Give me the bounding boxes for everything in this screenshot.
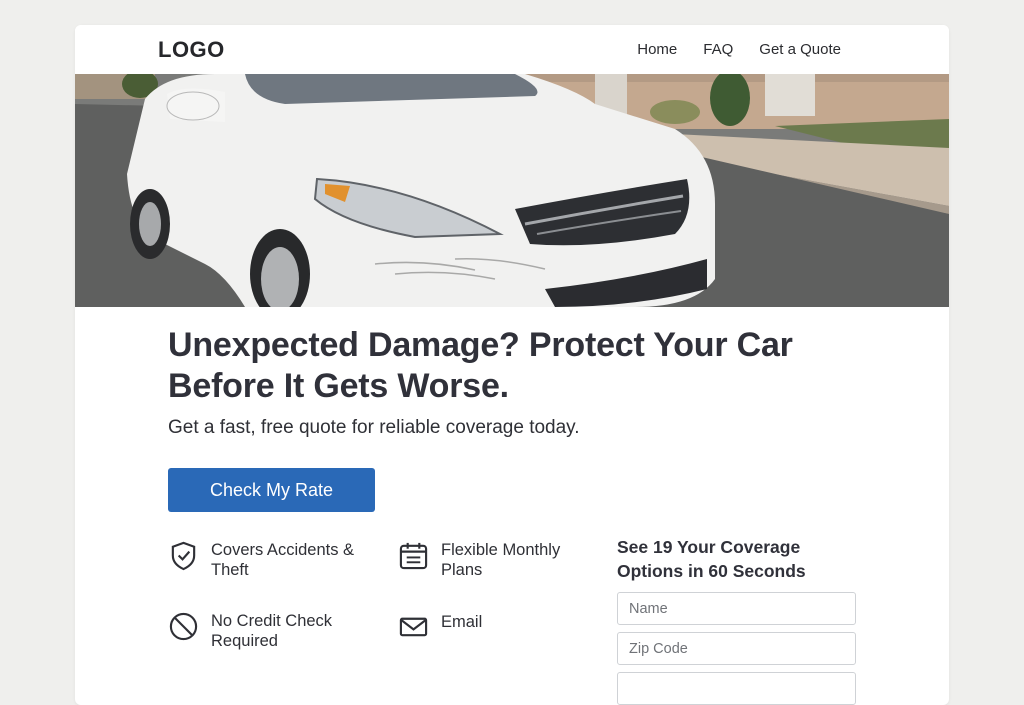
additional-field[interactable] — [617, 672, 856, 705]
main-nav: Home FAQ Get a Quote — [637, 41, 841, 58]
nav-faq-link[interactable]: FAQ — [703, 41, 733, 58]
name-field[interactable] — [617, 592, 856, 625]
hero-content: Unexpected Damage? Protect Your Car Befo… — [168, 325, 868, 439]
page-title: Unexpected Damage? Protect Your Car Befo… — [168, 326, 793, 405]
feature-label: No Credit Check Required — [211, 612, 333, 650]
shield-check-icon — [171, 541, 196, 571]
page-card: LOGO Home FAQ Get a Quote Unexpected Dam… — [75, 25, 949, 705]
feature-label: Flexible Monthly Plans — [441, 541, 561, 579]
feature-covers-accidents: Covers Accidents & Theft — [168, 540, 358, 580]
logo[interactable]: LOGO — [158, 37, 225, 63]
site-header: LOGO Home FAQ Get a Quote — [75, 25, 949, 74]
envelope-icon — [399, 617, 428, 637]
check-my-rate-button[interactable]: Check My Rate — [168, 468, 375, 512]
quote-form-title: See 19 Your Coverage Options in 60 Secon… — [617, 537, 806, 581]
nav-get-a-quote-link[interactable]: Get a Quote — [759, 41, 841, 58]
hero-image — [75, 74, 949, 307]
feature-no-credit-check: No Credit Check Required — [168, 611, 358, 651]
page-subtitle: Get a fast, free quote for reliable cove… — [168, 417, 580, 438]
no-symbol-icon — [169, 612, 198, 641]
feature-flexible-plans: Flexible Monthly Plans — [398, 540, 588, 580]
feature-label: Email — [441, 613, 483, 631]
zip-code-field[interactable] — [617, 632, 856, 665]
calendar-icon — [399, 542, 428, 570]
nav-home-link[interactable]: Home — [637, 41, 677, 58]
feature-email: Email — [398, 611, 588, 642]
feature-label: Covers Accidents & Theft — [211, 541, 355, 579]
